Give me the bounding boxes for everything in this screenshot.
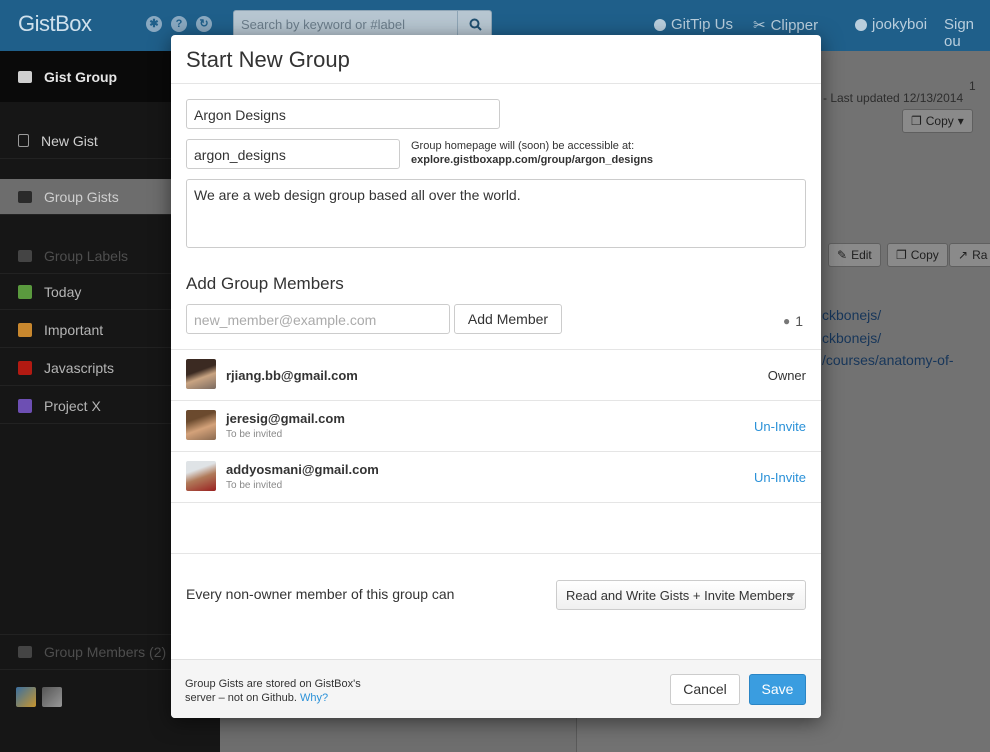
member-count-value: 1	[795, 313, 804, 329]
modal-title: Start New Group	[186, 47, 350, 72]
permission-value: Read and Write Gists + Invite Members	[566, 588, 793, 603]
copy-dropdown-button[interactable]: ❐ Copy ▾	[902, 109, 973, 133]
avatar	[186, 410, 216, 440]
divider	[171, 553, 821, 554]
sidebar-label-name: Javascripts	[44, 359, 115, 376]
user-link[interactable]: jookyboi	[855, 16, 927, 33]
why-link[interactable]: Why?	[300, 692, 328, 704]
sidebar-new-gist-label: New Gist	[41, 132, 98, 149]
content-link[interactable]: ckbonejs/	[822, 307, 881, 323]
sidebar-label-name: Important	[44, 321, 104, 338]
member-role: Owner	[767, 368, 806, 383]
new-member-input[interactable]: new_member@example.com	[186, 304, 450, 334]
divider	[171, 83, 821, 84]
member-email: jeresig@gmail.com	[226, 411, 345, 426]
hint-url: explore.gistboxapp.com/group/argon_desig…	[411, 154, 654, 166]
modal-footer: Group Gists are stored on GistBox's serv…	[171, 659, 821, 718]
signout-link[interactable]: Sign ou	[944, 16, 990, 50]
permission-select[interactable]: Read and Write Gists + Invite Members	[556, 580, 806, 610]
sidebar-group-gists-label: Group Gists	[44, 188, 119, 205]
sidebar-group-members-label: Group Members (2)	[44, 644, 167, 660]
search-icon	[469, 18, 482, 31]
footer-note-text: server – not on Github.	[185, 692, 297, 704]
permission-label: Every non-owner member of this group can	[186, 586, 455, 602]
footer-note: Group Gists are stored on GistBox's serv…	[185, 677, 361, 705]
raw-button[interactable]: ↗ Ra	[949, 243, 990, 267]
member-status: To be invited	[226, 429, 283, 440]
list-icon	[18, 190, 32, 203]
settings-icon[interactable]: ✱	[146, 16, 162, 32]
signout-label: Sign ou	[944, 16, 975, 50]
help-icon[interactable]: ?	[171, 16, 187, 32]
member-email: rjiang.bb@gmail.com	[226, 368, 358, 383]
member-row: jeresig@gmail.com To be invited Un-Invit…	[171, 401, 821, 452]
avatar[interactable]	[16, 687, 36, 707]
label-swatch	[18, 398, 32, 413]
group-icon	[18, 646, 32, 658]
label-swatch	[18, 322, 32, 337]
copy-button[interactable]: ❐ Copy	[887, 243, 948, 267]
label-swatch	[18, 284, 32, 299]
document-icon	[18, 134, 29, 147]
caret-down-icon: ▾	[957, 114, 964, 128]
members-section-title: Add Group Members	[186, 274, 344, 293]
clipper-label: Clipper	[770, 16, 819, 34]
new-group-modal: Start New Group Argon Designs argon_desi…	[171, 35, 821, 718]
external-link-icon: ↗	[958, 248, 969, 262]
app-brand[interactable]: GistBox	[18, 11, 92, 37]
avatar	[186, 461, 216, 491]
uninvite-link[interactable]: Un-Invite	[754, 419, 806, 434]
member-count: ● 1	[783, 313, 803, 329]
group-icon	[18, 71, 32, 83]
footer-note-line2: server – not on Github. Why?	[185, 691, 361, 705]
group-name-field[interactable]: Argon Designs	[186, 99, 500, 129]
member-email: addyosmani@gmail.com	[226, 462, 379, 477]
footer-note-line1: Group Gists are stored on GistBox's	[185, 678, 361, 690]
sidebar-label-name: Project X	[44, 397, 101, 414]
member-status: To be invited	[226, 480, 283, 491]
sidebar-label-name: Today	[44, 283, 82, 300]
copy-label: Copy	[925, 114, 954, 128]
github-icon	[855, 18, 867, 31]
caret-down-icon	[787, 593, 795, 598]
file-count: 1	[969, 79, 976, 93]
gittip-link[interactable]: GitTip Us	[654, 16, 733, 33]
raw-label: Ra	[972, 248, 988, 262]
uninvite-link[interactable]: Un-Invite	[754, 470, 806, 485]
description-textarea[interactable]: We are a web design group based all over…	[186, 179, 806, 248]
top-icons: ✱ ? ↻	[146, 16, 212, 32]
content-link[interactable]: /courses/anatomy-of-	[822, 352, 954, 368]
hint-text: Group homepage will (soon) be accessible…	[411, 140, 635, 152]
edit-icon: ✎	[837, 248, 848, 262]
tags-icon	[18, 249, 32, 262]
refresh-icon[interactable]: ↻	[196, 16, 212, 32]
sidebar-group-label: Gist Group	[44, 69, 118, 85]
label-swatch	[18, 360, 32, 375]
save-button[interactable]: Save	[749, 674, 806, 705]
sidebar-group-labels-label: Group Labels	[44, 247, 129, 264]
username-label: jookyboi	[872, 16, 928, 33]
edit-label: Edit	[851, 248, 872, 262]
scissors-icon: ✂	[753, 17, 766, 34]
last-updated: - Last updated 12/13/2014	[823, 91, 964, 105]
homepage-hint: Group homepage will (soon) be accessible…	[411, 139, 653, 167]
group-slug-field[interactable]: argon_designs	[186, 139, 400, 169]
member-row: rjiang.bb@gmail.com Owner	[171, 350, 821, 401]
edit-button[interactable]: ✎ Edit	[828, 243, 881, 267]
gittip-label: GitTip Us	[671, 16, 733, 33]
user-icon: ●	[783, 314, 791, 328]
avatar	[186, 359, 216, 389]
gittip-icon	[654, 18, 666, 31]
avatar[interactable]	[42, 687, 62, 707]
copy-icon: ❐	[911, 114, 922, 128]
clipper-link[interactable]: ✂ Clipper	[753, 16, 819, 35]
member-row: addyosmani@gmail.com To be invited Un-In…	[171, 452, 821, 503]
cancel-button[interactable]: Cancel	[670, 674, 740, 705]
content-link[interactable]: ckbonejs/	[822, 330, 881, 346]
copy-icon: ❐	[896, 248, 907, 262]
add-member-button[interactable]: Add Member	[454, 304, 562, 334]
copy-label: Copy	[910, 248, 939, 262]
